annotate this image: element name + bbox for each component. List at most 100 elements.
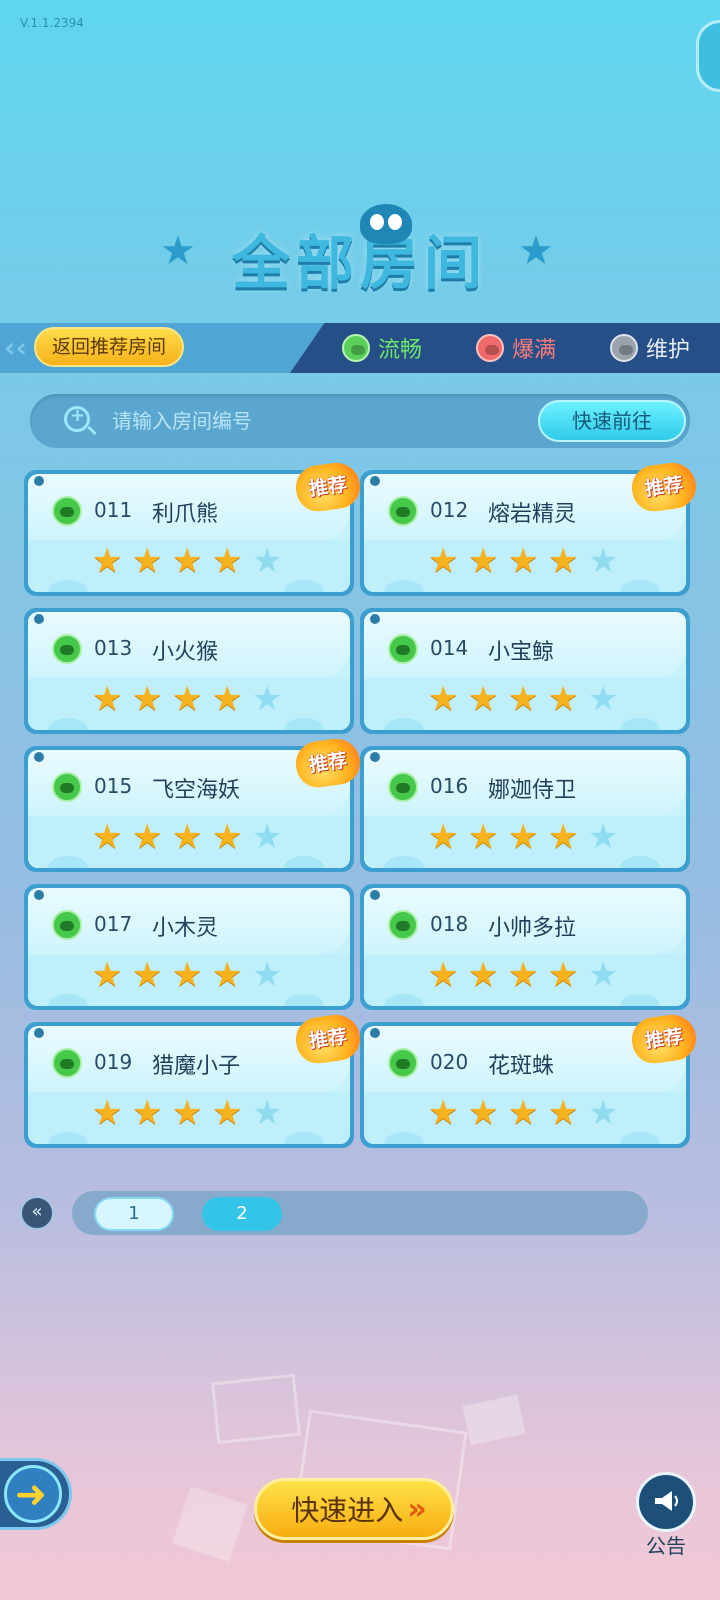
star-filled-icon: ★	[548, 541, 579, 581]
room-rating: ★ ★ ★ ★ ★	[92, 820, 286, 854]
star-filled-icon: ★	[212, 541, 243, 581]
legend-label: 维护	[646, 338, 691, 363]
page-button-2[interactable]: 2	[202, 1197, 282, 1231]
room-card[interactable]: 016 娜迦侍卫 ★ ★ ★ ★ ★	[360, 746, 690, 872]
legend-smooth: 流畅	[342, 331, 422, 365]
double-chevron-right-icon: »	[407, 1491, 427, 1527]
star-filled-icon: ★	[172, 679, 203, 719]
legend-maintenance: 维护	[610, 331, 690, 365]
star-empty-icon: ★	[588, 817, 619, 857]
star-filled-icon: ★	[428, 1093, 459, 1133]
room-card[interactable]: 014 小宝鲸 ★ ★ ★ ★ ★	[360, 608, 690, 734]
room-rating: ★ ★ ★ ★ ★	[92, 682, 286, 716]
background-decoration	[172, 1486, 248, 1562]
room-card[interactable]: 019 猎魔小子 ★ ★ ★ ★ ★ 推荐	[24, 1011, 363, 1148]
pig-status-icon	[388, 634, 418, 664]
room-number: 016	[430, 774, 469, 798]
room-name: 猎魔小子	[152, 1054, 241, 1079]
room-number: 015	[94, 774, 133, 798]
pig-status-icon	[52, 496, 82, 526]
room-number: 012	[430, 498, 469, 522]
star-filled-icon: ★	[132, 1093, 163, 1133]
pagination-track: 1 2	[72, 1191, 648, 1235]
star-filled-icon: ★	[468, 817, 499, 857]
star-filled-icon: ★	[212, 679, 243, 719]
page-prev-button[interactable]: «	[20, 1196, 54, 1230]
room-name: 花斑蛛	[488, 1054, 555, 1079]
chevron-left-icon: «	[31, 1201, 43, 1222]
pig-status-icon	[52, 634, 82, 664]
recommended-badge: 推荐	[629, 459, 699, 515]
star-filled-icon: ★	[548, 679, 579, 719]
mascot-icon	[360, 204, 412, 244]
room-rating: ★ ★ ★ ★ ★	[428, 1096, 622, 1130]
legend-full: 爆满	[476, 331, 556, 365]
star-filled-icon: ★	[548, 1093, 579, 1133]
pig-status-icon	[388, 772, 418, 802]
room-rating: ★ ★ ★ ★ ★	[428, 682, 622, 716]
room-card[interactable]: 011 利爪熊 ★ ★ ★ ★ ★ 推荐	[24, 459, 363, 596]
star-filled-icon: ★	[92, 955, 123, 995]
back-to-recommended-button[interactable]: 返回推荐房间	[34, 327, 184, 367]
background-decoration	[210, 1373, 302, 1445]
room-rating: ★ ★ ★ ★ ★	[428, 958, 622, 992]
room-name: 小宝鲸	[488, 640, 555, 665]
star-filled-icon: ★	[132, 817, 163, 857]
star-filled-icon: ★	[212, 817, 243, 857]
star-filled-icon: ★	[132, 679, 163, 719]
room-name: 小木灵	[152, 916, 219, 941]
star-filled-icon: ★	[172, 817, 203, 857]
version-label: V.1.1.2394	[20, 16, 84, 30]
star-filled-icon: ★	[508, 1093, 539, 1133]
pig-status-icon	[342, 334, 370, 362]
announcement-button[interactable]	[636, 1472, 696, 1532]
room-card[interactable]: 018 小帅多拉 ★ ★ ★ ★ ★	[360, 884, 690, 1010]
star-filled-icon: ★	[92, 679, 123, 719]
recommended-badge: 推荐	[293, 735, 363, 791]
star-filled-icon: ★	[172, 541, 203, 581]
room-number-input[interactable]	[112, 404, 512, 438]
pig-status-icon	[52, 1048, 82, 1078]
legend-label: 流畅	[378, 338, 423, 363]
star-empty-icon: ★	[588, 1093, 619, 1133]
star-filled-icon: ★	[468, 955, 499, 995]
room-name: 利爪熊	[152, 502, 219, 527]
room-card[interactable]: 015 飞空海妖 ★ ★ ★ ★ ★ 推荐	[24, 735, 363, 872]
announcement-label: 公告	[646, 1534, 686, 1558]
room-name: 小帅多拉	[488, 916, 577, 941]
room-rating: ★ ★ ★ ★ ★	[92, 544, 286, 578]
page-button-1[interactable]: 1	[94, 1197, 174, 1231]
arrow-left-icon: ➜	[15, 1472, 47, 1516]
star-empty-icon: ★	[252, 1093, 283, 1133]
back-button[interactable]: ➜	[0, 1458, 72, 1530]
pig-status-icon	[388, 910, 418, 940]
room-card[interactable]: 013 小火猴 ★ ★ ★ ★ ★	[24, 608, 354, 734]
side-drawer-handle[interactable]	[696, 20, 720, 92]
star-filled-icon: ★	[508, 679, 539, 719]
room-card[interactable]: 020 花斑蛛 ★ ★ ★ ★ ★ 推荐	[360, 1011, 699, 1148]
star-filled-icon: ★	[428, 817, 459, 857]
room-number: 020	[430, 1050, 469, 1074]
room-number: 011	[94, 498, 133, 522]
zoom-in-search-icon	[64, 405, 90, 432]
star-filled-icon: ★	[548, 955, 579, 995]
room-card[interactable]: 012 熔岩精灵 ★ ★ ★ ★ ★ 推荐	[360, 459, 699, 596]
star-empty-icon: ★	[252, 541, 283, 581]
star-empty-icon: ★	[252, 679, 283, 719]
star-empty-icon: ★	[252, 817, 283, 857]
star-empty-icon: ★	[252, 955, 283, 995]
room-rating: ★ ★ ★ ★ ★	[428, 544, 622, 578]
star-filled-icon: ★	[468, 1093, 499, 1133]
quick-enter-button[interactable]: 快速进入 »	[254, 1478, 454, 1540]
quick-go-button[interactable]: 快速前往	[538, 400, 686, 442]
room-number: 017	[94, 912, 133, 936]
pig-status-icon	[52, 910, 82, 940]
star-filled-icon: ★	[428, 955, 459, 995]
star-filled-icon: ★	[92, 817, 123, 857]
room-rating: ★ ★ ★ ★ ★	[92, 958, 286, 992]
room-card[interactable]: 017 小木灵 ★ ★ ★ ★ ★	[24, 884, 354, 1010]
star-filled-icon: ★	[548, 817, 579, 857]
pig-status-icon	[610, 334, 638, 362]
star-filled-icon: ★	[212, 1093, 243, 1133]
quick-enter-label: 快速进入	[291, 1494, 404, 1527]
